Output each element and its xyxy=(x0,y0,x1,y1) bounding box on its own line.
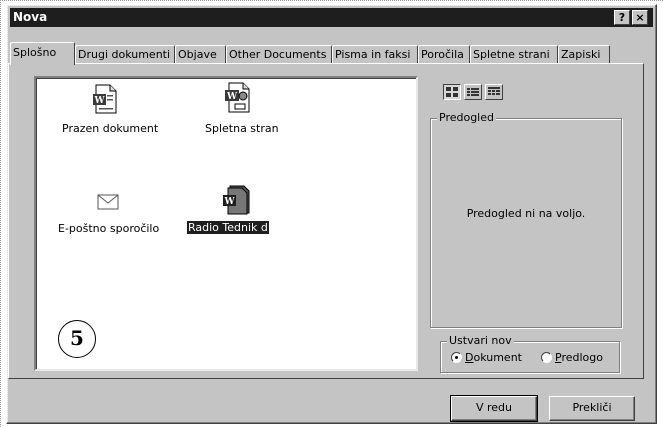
radio-template[interactable]: Predlogo xyxy=(541,351,603,364)
create-new-group: Ustvari nov Dokument Predlogo xyxy=(440,334,620,373)
tab-zapiski[interactable]: Zapiski xyxy=(558,45,610,64)
svg-text:W: W xyxy=(93,96,105,106)
tab-objave[interactable]: Objave xyxy=(175,45,226,64)
tab-drugi-dokumenti[interactable]: Drugi dokumenti xyxy=(75,45,175,64)
list-view-button[interactable] xyxy=(464,84,482,100)
preview-message: Predogled ni na voljo. xyxy=(466,207,586,220)
template-list[interactable]: W Prazen dokument W Spletna stran E-pošt… xyxy=(34,76,418,371)
template-label: E-poštno sporočilo xyxy=(58,222,160,235)
radio-document-label: okument xyxy=(473,351,522,364)
callout-number: 5 xyxy=(58,320,96,358)
preview-group: Predogled Predogled ni na voljo. xyxy=(430,111,622,328)
radio-dot xyxy=(541,352,552,363)
large-icons-icon xyxy=(446,87,458,97)
template-label: Spletna stran xyxy=(205,122,279,135)
tab-porocila[interactable]: Poročila xyxy=(418,45,470,64)
svg-text:W: W xyxy=(226,92,238,102)
word-document-icon: W xyxy=(93,84,117,114)
svg-text:W: W xyxy=(223,197,235,207)
word-template-icon: W xyxy=(223,185,250,215)
web-page-icon: W xyxy=(225,82,250,113)
create-new-legend: Ustvari nov xyxy=(447,334,514,348)
large-icons-view-button[interactable] xyxy=(443,84,461,100)
tab-pisma-in-faksi[interactable]: Pisma in faksi xyxy=(332,45,418,64)
details-icon xyxy=(488,87,500,95)
template-label: Prazen dokument xyxy=(62,122,159,135)
radio-dot-checked xyxy=(451,352,462,363)
preview-legend: Predogled xyxy=(437,111,496,125)
radio-document[interactable]: Dokument xyxy=(451,351,522,364)
radio-template-label: redlogo xyxy=(561,351,603,364)
list-icon xyxy=(467,88,479,96)
template-label-selected: Radio Tednik d xyxy=(187,221,269,234)
ok-button[interactable]: V redu xyxy=(450,395,538,422)
tab-splosno[interactable]: Splošno xyxy=(10,42,75,65)
tab-spletne-strani[interactable]: Spletne strani xyxy=(470,45,558,64)
window-title: Nova xyxy=(13,10,48,24)
help-button[interactable]: ? xyxy=(614,10,630,25)
details-view-button[interactable] xyxy=(485,84,503,100)
close-button[interactable]: × xyxy=(632,10,648,25)
envelope-icon xyxy=(97,194,119,210)
title-bar[interactable]: Nova ? × xyxy=(10,8,653,27)
cancel-button[interactable]: Prekliči xyxy=(549,396,635,421)
tab-other-documents[interactable]: Other Documents xyxy=(226,45,332,64)
